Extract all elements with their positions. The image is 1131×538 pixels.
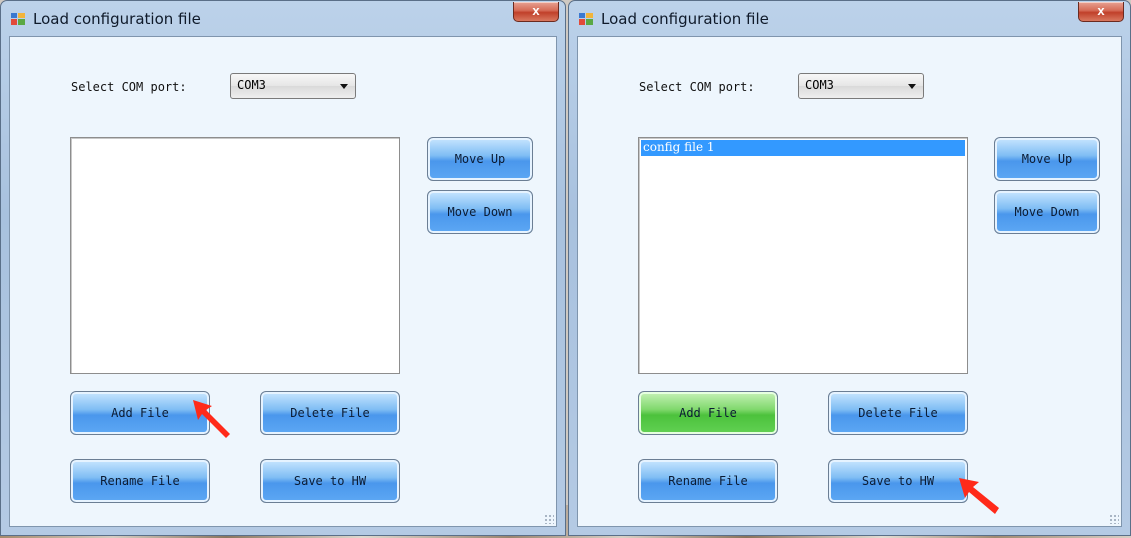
com-port-label: Select COM port:	[639, 80, 755, 94]
delete-file-label: Delete File	[290, 406, 370, 420]
com-port-value: COM3	[237, 78, 266, 92]
config-file-list[interactable]: config file 1	[638, 137, 968, 374]
chevron-down-icon[interactable]	[908, 84, 916, 89]
close-button[interactable]: x	[1078, 2, 1124, 22]
delete-file-label: Delete File	[858, 406, 938, 420]
load-config-dialog-left: Load configuration file x Select COM por…	[0, 0, 566, 536]
window-title: Load configuration file	[601, 10, 769, 28]
list-item[interactable]: config file 1	[641, 140, 965, 156]
title-bar[interactable]: Load configuration file x	[569, 1, 1130, 37]
save-to-hw-label: Save to HW	[293, 474, 367, 488]
com-port-label: Select COM port:	[71, 80, 187, 94]
window-title: Load configuration file	[33, 10, 201, 28]
app-icon	[11, 13, 25, 25]
add-file-label: Add File	[679, 406, 737, 420]
dialog-body: Select COM port: COM3 config file 1 Move…	[577, 36, 1122, 527]
move-down-label: Move Down	[447, 205, 513, 219]
move-down-label: Move Down	[1014, 205, 1080, 219]
config-file-list[interactable]	[70, 137, 400, 374]
rename-file-button[interactable]: Rename File	[70, 459, 210, 503]
app-icon	[579, 13, 593, 25]
com-port-select[interactable]: COM3	[798, 73, 924, 99]
add-file-label: Add File	[111, 406, 169, 420]
annotation-arrow-icon	[193, 400, 230, 438]
move-up-button[interactable]: Move Up	[427, 137, 533, 181]
com-port-select[interactable]: COM3	[230, 73, 356, 99]
resize-grip-icon[interactable]	[1109, 514, 1119, 524]
rename-file-button[interactable]: Rename File	[638, 459, 778, 503]
load-config-dialog-right: Load configuration file x Select COM por…	[568, 0, 1131, 536]
com-port-value: COM3	[805, 78, 834, 92]
move-up-label: Move Up	[1021, 152, 1073, 166]
delete-file-button[interactable]: Delete File	[828, 391, 968, 435]
move-up-label: Move Up	[454, 152, 506, 166]
save-to-hw-label: Save to HW	[861, 474, 935, 488]
move-up-button[interactable]: Move Up	[994, 137, 1100, 181]
chevron-down-icon[interactable]	[340, 84, 348, 89]
rename-file-label: Rename File	[100, 474, 180, 488]
delete-file-button[interactable]: Delete File	[260, 391, 400, 435]
add-file-button[interactable]: Add File	[638, 391, 778, 435]
title-bar[interactable]: Load configuration file x	[1, 1, 565, 37]
dialog-body: Select COM port: COM3 Move Up Move Down …	[9, 36, 557, 527]
close-button[interactable]: x	[513, 2, 559, 22]
rename-file-label: Rename File	[668, 474, 748, 488]
move-down-button[interactable]: Move Down	[427, 190, 533, 234]
annotation-arrow-icon	[959, 478, 999, 514]
move-down-button[interactable]: Move Down	[994, 190, 1100, 234]
save-to-hw-button[interactable]: Save to HW	[828, 459, 968, 503]
resize-grip-icon[interactable]	[544, 514, 554, 524]
save-to-hw-button[interactable]: Save to HW	[260, 459, 400, 503]
